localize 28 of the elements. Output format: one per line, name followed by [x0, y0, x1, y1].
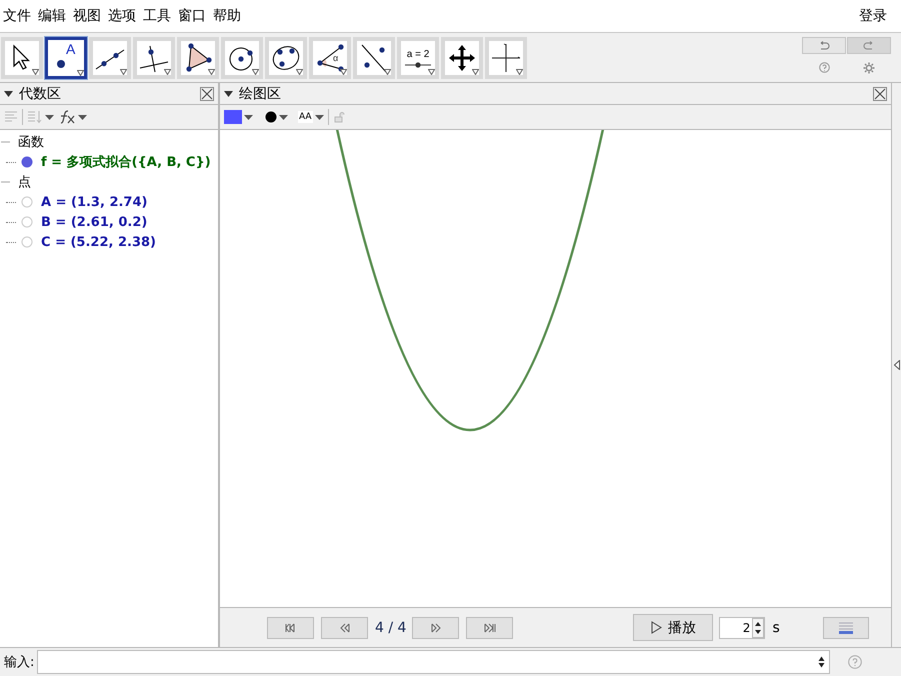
category-label[interactable]: 函数: [18, 133, 44, 151]
slider-label: a = 2: [406, 48, 430, 60]
tool-button[interactable]: A: [45, 37, 87, 79]
algebra-item[interactable]: f = 多项式拟合({A, B, C}): [41, 153, 211, 171]
menu-item[interactable]: 文件: [0, 7, 34, 25]
play-button[interactable]: 播放: [633, 614, 714, 641]
tool-button[interactable]: a = 2: [397, 37, 439, 79]
menu-item[interactable]: 视图: [70, 7, 104, 25]
algebra-item[interactable]: A = (1.3, 2.74): [41, 194, 148, 210]
angle-label: α: [333, 53, 338, 63]
category-label[interactable]: 点: [18, 173, 31, 191]
input-label: 输入:: [4, 654, 34, 671]
step-counter: 4 / 4: [375, 620, 406, 636]
algebra-item[interactable]: B = (2.61, 0.2): [41, 214, 148, 230]
menu-item[interactable]: 帮助: [210, 7, 244, 25]
tool-button[interactable]: α: [309, 37, 351, 79]
menu-item[interactable]: 选项: [105, 7, 139, 25]
point-label: A: [66, 41, 76, 57]
algebra-item[interactable]: C = (5.22, 2.38): [41, 234, 156, 250]
login-link[interactable]: 登录: [859, 7, 887, 25]
panel-title: 代数区: [19, 84, 61, 102]
speed-spinner[interactable]: 2: [719, 616, 766, 638]
text-size-label[interactable]: AA: [298, 111, 313, 123]
speed-unit: s: [772, 620, 780, 636]
menu-item[interactable]: 编辑: [35, 7, 69, 25]
menu-item[interactable]: 工具: [140, 7, 174, 25]
menu-item[interactable]: 窗口: [175, 7, 209, 25]
panel-title: 绘图区: [239, 84, 281, 102]
